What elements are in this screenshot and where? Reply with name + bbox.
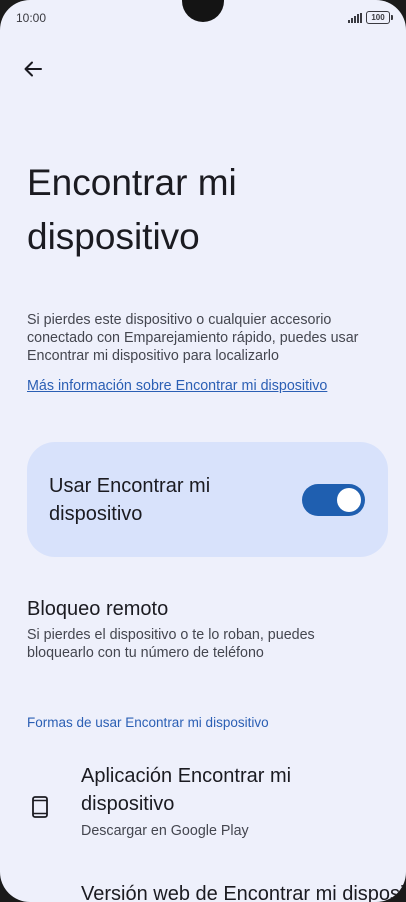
toggle-label: Usar Encontrar mi dispositivo (49, 475, 211, 525)
app-item-title: Aplicación Encontrar mi dispositivo (81, 765, 292, 815)
battery-icon: 100 (366, 11, 393, 24)
remote-lock-title: Bloqueo remoto (27, 598, 169, 620)
back-button[interactable] (20, 56, 46, 82)
page-title: Encontrar mi dispositivo (27, 162, 237, 257)
battery-level: 100 (371, 13, 385, 22)
ways-section-header: Formas de usar Encontrar mi dispositivo (27, 715, 269, 730)
smartphone-icon (32, 796, 48, 818)
find-my-device-switch[interactable] (302, 484, 365, 516)
arrow-left-icon (24, 61, 42, 77)
switch-thumb (337, 488, 361, 512)
signal-icon (348, 12, 362, 23)
status-time: 10:00 (16, 11, 47, 25)
intro-description: Si pierdes este dispositivo o cualquier … (27, 312, 359, 364)
camera-notch (182, 0, 224, 22)
remote-lock-subtitle: Si pierdes el dispositivo o te lo roban,… (27, 627, 315, 661)
status-indicators: 100 (348, 11, 393, 24)
use-find-my-device-card[interactable]: Usar Encontrar mi dispositivo (27, 442, 388, 557)
web-item-title: Versión web de Encontrar mi dispositivo (81, 883, 406, 902)
remote-lock-item[interactable]: Bloqueo remoto Si pierdes el dispositivo… (27, 596, 377, 662)
settings-screen: 10:00 100 Encontrar mi dispositivo Si pi… (0, 0, 406, 902)
app-item-subtitle: Descargar en Google Play (81, 823, 249, 839)
learn-more-link[interactable]: Más información sobre Encontrar mi dispo… (27, 378, 327, 394)
app-list-item[interactable]: Aplicación Encontrar mi dispositivo Desc… (27, 762, 377, 844)
web-list-item[interactable]: Versión web de Encontrar mi dispositivo (27, 880, 406, 902)
